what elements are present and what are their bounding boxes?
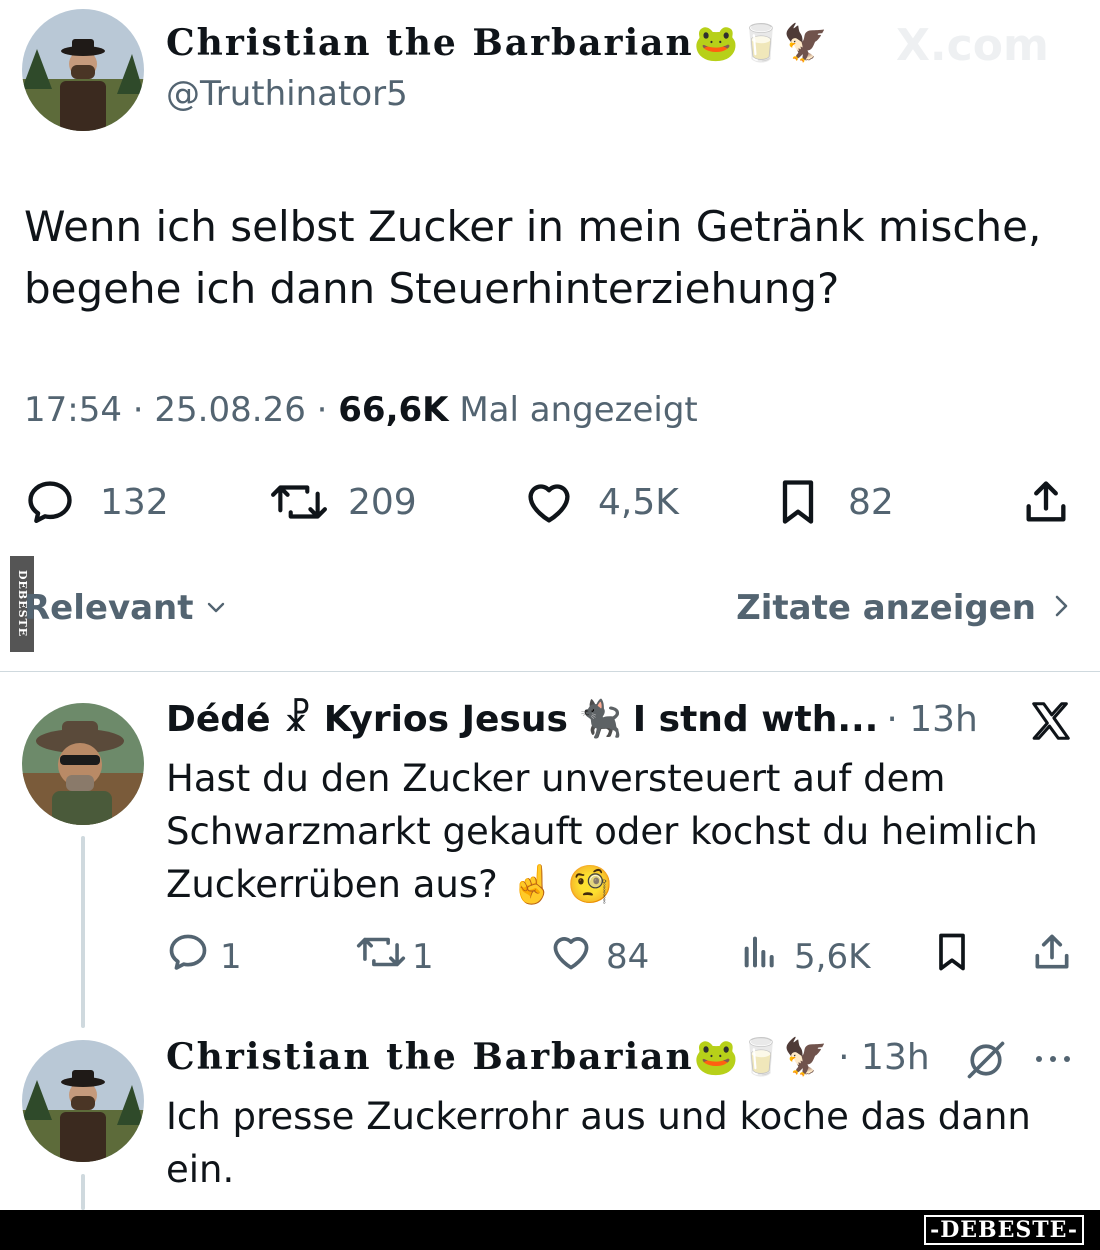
reply2-text: Ich presse Zuckerrohr aus und koche das … <box>166 1095 1031 1191</box>
bookmark-icon <box>930 930 974 983</box>
reply1-reply-count: 1 <box>220 936 242 977</box>
chevron-right-icon <box>1050 588 1072 628</box>
views-count: 66,6K <box>338 390 449 430</box>
reply1-name-suffix[interactable]: I stnd wth... <box>633 699 879 740</box>
repost-button[interactable]: 209 <box>270 476 417 528</box>
share-icon <box>1030 930 1074 983</box>
author-avatar[interactable] <box>22 9 144 131</box>
reply-count: 132 <box>100 481 169 523</box>
share-button[interactable] <box>1020 476 1072 528</box>
views-label: Mal angezeigt <box>459 390 698 430</box>
watermark: X.com <box>896 20 1049 71</box>
like-icon <box>522 476 576 528</box>
reply2-name[interactable]: Christian the Barbarian <box>166 1036 694 1078</box>
reply1-avatar[interactable] <box>22 703 144 825</box>
reply1-repost-button[interactable]: 1 <box>356 930 434 983</box>
reply-button[interactable]: 132 <box>24 476 169 528</box>
reply-icon <box>166 930 210 983</box>
chevron-down-icon <box>204 588 228 628</box>
reply1-like-count: 84 <box>606 936 650 977</box>
like-icon <box>548 930 594 983</box>
thread-line <box>81 1174 85 1210</box>
sort-dropdown[interactable]: Relevant <box>24 588 228 628</box>
tweet-text: Wenn ich selbst Zucker in mein Getränk m… <box>24 196 1074 320</box>
bookmark-icon <box>772 476 824 528</box>
reply2-avatar[interactable] <box>22 1040 144 1162</box>
tweet-text-line: begehe ich dann Steuerhinterziehung? <box>24 264 840 313</box>
tweet-date[interactable]: 25.08.26 <box>154 390 305 430</box>
tweet-text-line: Wenn ich selbst Zucker in mein Getränk m… <box>24 202 1042 251</box>
reply1-header: Dédé ☧ Kyrios Jesus 🐈‍⬛ I stnd wth... · … <box>166 698 978 741</box>
grok-icon[interactable] <box>962 1038 1010 1086</box>
repost-icon <box>270 476 328 528</box>
author-name[interactable]: Christian the Barbarian🐸🥛🦅 <box>166 22 828 64</box>
repost-icon <box>356 930 406 983</box>
reply1-text: Hast du den Zucker unversteuert auf dem … <box>166 757 1038 906</box>
reply2-name-emojis: 🐸🥛🦅 <box>693 1037 829 1078</box>
reply1-views-count: 5,6K <box>794 936 871 977</box>
reply1-share-button[interactable] <box>1030 930 1074 983</box>
x-logo-icon <box>1028 698 1074 748</box>
footer-logo: -DEBESTE- <box>924 1215 1084 1245</box>
thread-line <box>81 836 85 1028</box>
bookmark-count: 82 <box>848 481 894 523</box>
reply1-like-button[interactable]: 84 <box>548 930 649 983</box>
sort-label: Relevant <box>24 588 194 628</box>
author-handle[interactable]: @Truthinator5 <box>166 74 408 114</box>
tweet-time[interactable]: 17:54 <box>24 390 122 430</box>
more-icon[interactable] <box>1032 1044 1074 1078</box>
author-emojis: 🐸🥛🦅 <box>693 23 829 64</box>
quotes-link[interactable]: Zitate anzeigen <box>736 588 1072 628</box>
like-count: 4,5K <box>598 481 679 523</box>
views-icon <box>740 930 780 983</box>
footer-bar: -DEBESTE- <box>0 1210 1100 1250</box>
quotes-label: Zitate anzeigen <box>736 588 1036 628</box>
reply1-time[interactable]: · 13h <box>886 699 978 740</box>
reply1-name-emoji: 🐈‍⬛ <box>577 699 623 740</box>
reply1-name[interactable]: Dédé ☧ Kyrios Jesus <box>166 699 568 740</box>
reply1-bookmark-button[interactable] <box>930 930 974 983</box>
reply1-repost-count: 1 <box>412 936 434 977</box>
tweet-meta: 17:54 · 25.08.26 · 66,6K Mal angezeigt <box>24 390 698 430</box>
bookmark-button[interactable]: 82 <box>772 476 894 528</box>
reply2-time[interactable]: · 13h <box>838 1037 930 1078</box>
divider <box>0 671 1100 672</box>
reply-icon <box>24 476 76 528</box>
like-button[interactable]: 4,5K <box>522 476 679 528</box>
reply1-views-button[interactable]: 5,6K <box>740 930 870 983</box>
repost-count: 209 <box>348 481 417 523</box>
reply1-reply-button[interactable]: 1 <box>166 930 242 983</box>
share-icon <box>1020 476 1072 528</box>
reply2-header: Christian the Barbarian 🐸🥛🦅 · 13h <box>166 1036 930 1078</box>
